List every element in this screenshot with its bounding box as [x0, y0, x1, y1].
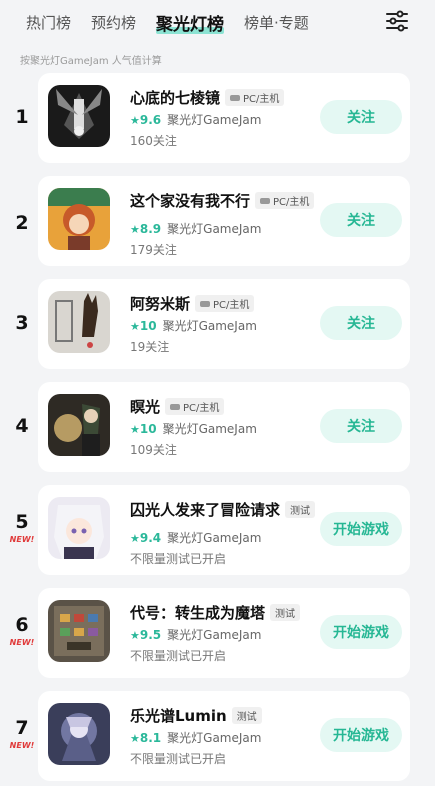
start-game-button[interactable]: 开始游戏: [320, 718, 402, 752]
game-card[interactable]: 这个家没有我不行 PC/主机 ★8.9 聚光灯GameJam 179关注 关注: [38, 176, 410, 266]
tab-hot[interactable]: 热门榜: [26, 12, 71, 33]
game-title[interactable]: 这个家没有我不行: [130, 190, 250, 211]
game-card[interactable]: 心底的七棱镜 PC/主机 ★9.6 聚光灯GameJam 160关注 关注: [38, 73, 410, 163]
follow-button[interactable]: 关注: [320, 100, 402, 134]
list-item: 4 瞑光 PC/主机 ★10 聚光灯GameJam 109关注 关注: [0, 382, 435, 472]
rating-line: ★10 聚光灯GameJam: [130, 319, 257, 333]
game-card[interactable]: 瞑光 PC/主机 ★10 聚光灯GameJam 109关注 关注: [38, 382, 410, 472]
gamepad-icon: [230, 94, 241, 102]
star-icon: ★: [130, 732, 140, 745]
test-tag: 测试: [270, 604, 301, 621]
follow-count: 160关注: [130, 134, 177, 148]
list-item: 7 NEW! 乐光谱Lumin 测试 ★8.1 聚光灯GameJam 不限量测试已…: [0, 691, 435, 781]
rating-line: ★8.1 聚光灯GameJam: [130, 731, 262, 745]
rating-line: ★10 聚光灯GameJam: [130, 422, 257, 436]
tab-reserve[interactable]: 预约榜: [91, 12, 136, 33]
gamepad-icon: [260, 197, 271, 205]
new-badge: NEW!: [9, 741, 35, 750]
star-icon: ★: [130, 223, 140, 236]
game-cover[interactable]: [48, 188, 110, 250]
test-tag: 测试: [231, 707, 262, 724]
game-title[interactable]: 阿努米斯: [130, 293, 190, 314]
platform-tag: PC/主机: [255, 192, 315, 209]
rank-number: 4: [15, 415, 29, 437]
game-title[interactable]: 心底的七棱镜: [130, 87, 220, 108]
list-item: 1 心底的七棱镜 PC/主机 ★9.6 聚光灯GameJam 160关注 关注: [0, 73, 435, 163]
rank-number: 6: [15, 614, 29, 636]
test-tag: 测试: [285, 501, 316, 518]
game-cover[interactable]: [48, 600, 110, 662]
ranking-note: 按聚光灯GameJam 人气值计算: [20, 56, 162, 67]
rank-number: 1: [15, 106, 29, 128]
game-title[interactable]: 代号：转生成为魔塔: [130, 602, 265, 623]
star-icon: ★: [130, 320, 140, 333]
platform-tag: PC/主机: [225, 89, 285, 106]
list-item: 6 NEW! 代号：转生成为魔塔 测试 ★9.5 聚光灯GameJam 不限量测试…: [0, 588, 435, 678]
star-icon: ★: [130, 532, 140, 545]
star-icon: ★: [130, 629, 140, 642]
rating-line: ★9.5 聚光灯GameJam: [130, 628, 262, 642]
game-cover[interactable]: [48, 291, 110, 353]
start-game-button[interactable]: 开始游戏: [320, 512, 402, 546]
game-title[interactable]: 瞑光: [130, 396, 160, 417]
follow-button[interactable]: 关注: [320, 203, 402, 237]
list-item: 3 阿努米斯 PC/主机 ★10 聚光灯GameJam 19关注 关注: [0, 279, 435, 369]
platform-tag: PC/主机: [195, 295, 255, 312]
tab-lists[interactable]: 榜单·专题: [244, 12, 309, 33]
rating-line: ★8.9 聚光灯GameJam: [130, 222, 262, 236]
game-card[interactable]: 囚光人发来了冒险请求 测试 ★9.4 聚光灯GameJam 不限量测试已开启 开始…: [38, 485, 410, 575]
rank-number: 2: [15, 212, 29, 234]
rank-number: 3: [15, 312, 29, 334]
game-card[interactable]: 乐光谱Lumin 测试 ★8.1 聚光灯GameJam 不限量测试已开启 开始游戏: [38, 691, 410, 781]
test-status: 不限量测试已开启: [130, 649, 227, 663]
gamepad-icon: [200, 300, 211, 308]
test-status: 不限量测试已开启: [130, 552, 227, 566]
filter-sliders-icon[interactable]: [385, 10, 409, 32]
game-cover[interactable]: [48, 85, 110, 147]
platform-tag: PC/主机: [165, 398, 225, 415]
gamepad-icon: [170, 403, 181, 411]
follow-button[interactable]: 关注: [320, 306, 402, 340]
game-card[interactable]: 阿努米斯 PC/主机 ★10 聚光灯GameJam 19关注 关注: [38, 279, 410, 369]
tab-spotlight[interactable]: 聚光灯榜: [156, 10, 225, 35]
star-icon: ★: [130, 423, 140, 436]
game-cover[interactable]: [48, 497, 110, 559]
tab-bar: 热门榜 预约榜 聚光灯榜 榜单·专题: [0, 0, 435, 44]
new-badge: NEW!: [9, 638, 35, 647]
list-item: 5 NEW! 囚光人发来了冒险请求 测试 ★9.4 聚光灯GameJam 不限量测…: [0, 485, 435, 575]
follow-count: 19关注: [130, 340, 170, 354]
test-status: 不限量测试已开启: [130, 752, 227, 766]
new-badge: NEW!: [9, 535, 35, 544]
game-cover[interactable]: [48, 703, 110, 765]
rank-number: 5: [15, 511, 29, 533]
follow-count: 179关注: [130, 243, 177, 257]
start-game-button[interactable]: 开始游戏: [320, 615, 402, 649]
game-title[interactable]: 乐光谱Lumin: [130, 705, 227, 726]
game-cover[interactable]: [48, 394, 110, 456]
rating-line: ★9.6 聚光灯GameJam: [130, 113, 262, 127]
rank-number: 7: [15, 717, 29, 739]
list-item: 2 这个家没有我不行 PC/主机 ★8.9 聚光灯GameJam 179关注 关注: [0, 176, 435, 266]
follow-button[interactable]: 关注: [320, 409, 402, 443]
game-title[interactable]: 囚光人发来了冒险请求: [130, 499, 280, 520]
star-icon: ★: [130, 114, 140, 127]
rating-line: ★9.4 聚光灯GameJam: [130, 531, 262, 545]
game-card[interactable]: 代号：转生成为魔塔 测试 ★9.5 聚光灯GameJam 不限量测试已开启 开始游…: [38, 588, 410, 678]
follow-count: 109关注: [130, 443, 177, 457]
